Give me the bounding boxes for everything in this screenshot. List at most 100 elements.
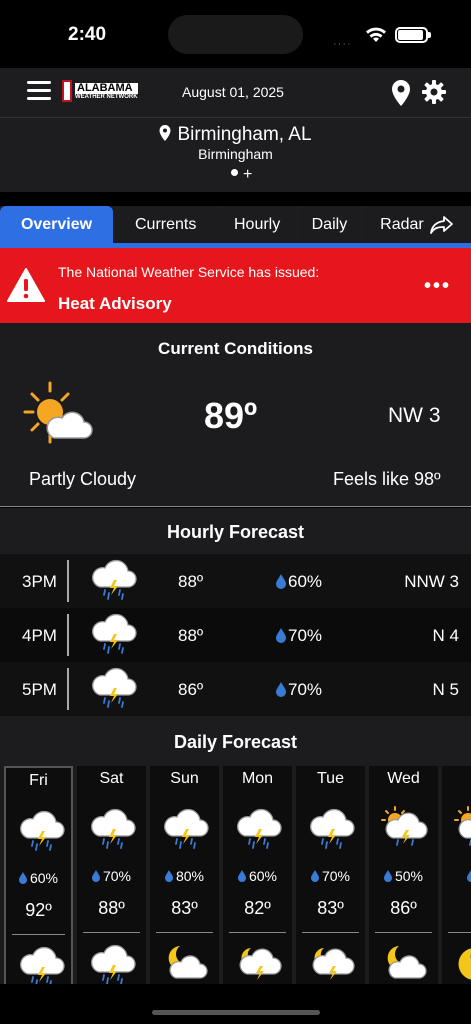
location-title[interactable]: Birmingham, AL xyxy=(0,124,471,146)
day-temp: 8 xyxy=(442,898,471,919)
hourly-row[interactable]: 4PM 88º 70% N 4 xyxy=(0,608,471,662)
home-indicator[interactable] xyxy=(152,1010,320,1015)
tab-hourly[interactable]: Hourly xyxy=(218,206,296,243)
day-card[interactable]: Tue 70% 83º xyxy=(296,766,365,984)
more-options-button[interactable]: ••• xyxy=(424,276,451,296)
alert-intro: The National Weather Service has issued: xyxy=(58,264,320,280)
clock: 2:40 xyxy=(68,24,107,45)
raindrop-icon xyxy=(276,682,286,697)
logo-mark xyxy=(62,80,72,102)
day-name: Wed xyxy=(387,770,420,787)
raindrop-icon xyxy=(18,872,27,884)
raindrop-icon xyxy=(276,628,286,643)
current-conditions-card: Current Conditions 89º NW 3 Partly Cloud… xyxy=(0,323,471,507)
day-precip: 80% xyxy=(150,868,219,884)
status-bar: 2:40 ···· xyxy=(0,0,471,68)
day-card[interactable]: Wed 50% 86º xyxy=(369,766,438,984)
page-dot[interactable] xyxy=(231,169,238,176)
hour-precip: 70% xyxy=(276,680,322,700)
warning-icon xyxy=(7,268,45,302)
day-precip: 70% xyxy=(77,868,146,884)
logo-line1: ALABAMA xyxy=(75,82,138,94)
day-name: Fri xyxy=(29,772,48,789)
day-name: T xyxy=(442,770,471,788)
location-subtitle: Birmingham xyxy=(198,146,273,162)
storm-icon xyxy=(20,810,65,851)
day-card[interactable]: Mon 60% 82º xyxy=(223,766,292,984)
location-bar: Birmingham, AL Birmingham + xyxy=(0,118,471,192)
precip-value: 70% xyxy=(102,868,132,884)
day-name: Sat xyxy=(99,770,124,787)
gear-icon[interactable] xyxy=(421,79,447,105)
storm-icon xyxy=(237,808,282,849)
precip-value: 60% xyxy=(29,870,59,886)
hour-time: 3PM xyxy=(22,572,57,591)
city-name: Birmingham, AL xyxy=(177,124,312,145)
dynamic-island xyxy=(168,15,303,54)
day-precip: 4 xyxy=(442,868,471,884)
daily-strip[interactable]: Fri 60% 92º Sat 70% 88º Sun 80% 83º Mon 60% 82º Tue 7… xyxy=(4,766,471,984)
precip-value: 70% xyxy=(321,868,351,884)
hamburger-menu-icon[interactable] xyxy=(27,81,51,101)
raindrop-icon xyxy=(467,870,471,882)
signal-icon: ···· xyxy=(333,38,352,50)
day-card[interactable]: T 4 8 xyxy=(442,766,471,984)
hour-wind: NNW 3 xyxy=(404,572,459,591)
tab-radar[interactable]: Radar xyxy=(362,206,471,243)
day-card[interactable]: Fri 60% 92º xyxy=(4,766,73,984)
day-precip: 60% xyxy=(223,868,292,884)
raindrop-icon xyxy=(383,870,392,882)
hour-temp: 88º xyxy=(178,626,204,645)
tab-currents[interactable]: Currents xyxy=(116,206,216,243)
hour-time: 4PM xyxy=(22,626,57,645)
battery-icon xyxy=(395,27,431,43)
precip-value: 70% xyxy=(288,626,323,645)
add-location-button[interactable]: + xyxy=(243,166,252,183)
day-temp: 82º xyxy=(244,898,271,918)
hour-precip: 70% xyxy=(276,626,322,646)
home-indicator-area xyxy=(0,984,471,1024)
section-title: Hourly Forecast xyxy=(166,522,305,542)
current-condition: Partly Cloudy xyxy=(29,469,137,489)
location-pin-icon[interactable] xyxy=(391,80,411,106)
logo-line2: WEATHER NETWORK xyxy=(75,93,138,100)
hour-wind: N 4 xyxy=(432,626,459,645)
day-card[interactable]: Sun 80% 83º xyxy=(150,766,219,984)
thunderstorm-icon xyxy=(92,613,137,654)
hour-precip: 60% xyxy=(276,572,322,592)
raindrop-icon xyxy=(310,870,319,882)
partly-cloudy-icon xyxy=(23,381,93,444)
hourly-row[interactable]: 5PM 86º 70% N 5 xyxy=(0,662,471,716)
storm-icon xyxy=(164,808,209,849)
tab-radar-label: Radar xyxy=(380,215,424,233)
raindrop-icon xyxy=(91,870,100,882)
raindrop-icon xyxy=(276,574,286,589)
app-logo: ALABAMA WEATHER NETWORK xyxy=(62,79,138,103)
precip-value: 60% xyxy=(288,572,323,591)
day-precip: 50% xyxy=(369,868,438,884)
hour-temp: 86º xyxy=(178,680,204,699)
day-precip: 70% xyxy=(296,868,365,884)
thunderstorm-icon xyxy=(92,559,137,600)
precip-value: 60% xyxy=(248,868,278,884)
tab-overview[interactable]: Overview xyxy=(0,206,114,243)
tab-daily[interactable]: Daily xyxy=(298,206,360,243)
section-title: Daily Forecast xyxy=(173,732,298,752)
thunderstorm-icon xyxy=(92,667,137,708)
alert-title: Heat Advisory xyxy=(58,294,172,313)
weather-alert-banner[interactable]: The National Weather Service has issued:… xyxy=(0,248,471,323)
current-wind: NW 3 xyxy=(388,404,441,427)
hour-time: 5PM xyxy=(22,680,57,699)
day-temp: 86º xyxy=(390,898,417,918)
raindrop-icon xyxy=(164,870,173,882)
day-name: Mon xyxy=(241,770,274,787)
day-card[interactable]: Sat 70% 88º xyxy=(77,766,146,984)
hourly-row[interactable]: 3PM 88º 60% NNW 3 xyxy=(0,554,471,608)
day-precip: 60% xyxy=(6,870,71,886)
raindrop-icon xyxy=(237,870,246,882)
day-name: Sun xyxy=(170,770,199,787)
moon-icon xyxy=(458,948,471,980)
day-temp: 92º xyxy=(25,900,52,920)
moon-cloud-icon xyxy=(168,946,208,979)
hourly-forecast: Hourly Forecast 3PM 88º 60% NNW 3 4PM 88… xyxy=(0,508,471,718)
